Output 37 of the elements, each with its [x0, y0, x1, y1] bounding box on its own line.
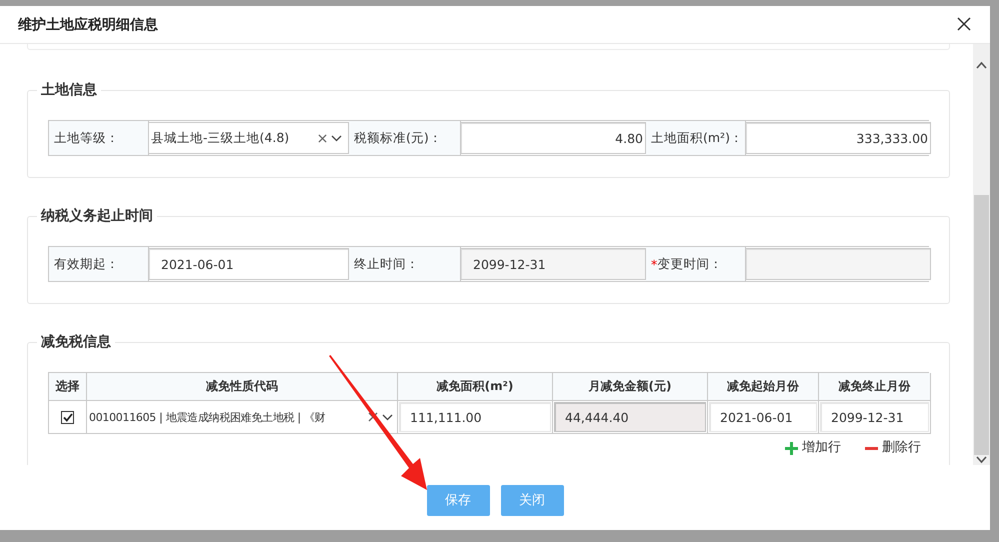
scrollbar[interactable] — [973, 44, 990, 465]
input-field[interactable]: 4.80 — [461, 122, 646, 154]
delete-row-button[interactable]: 删除行 — [865, 440, 921, 456]
chevron-down-icon[interactable] — [976, 454, 987, 465]
input-field[interactable]: 333,333.00 — [746, 122, 931, 154]
scrollbar-thumb[interactable] — [974, 195, 989, 455]
chevron-down-icon[interactable] — [382, 414, 393, 420]
input-field[interactable]: 2099-12-31 — [461, 248, 646, 280]
dialog-title: 维护土地应税明细信息 — [18, 16, 158, 34]
select-field[interactable]: 县城土地-三级土地(4.8) — [149, 122, 349, 154]
plus-icon — [785, 442, 798, 454]
checkbox[interactable] — [61, 410, 74, 424]
column-header: 减免面积(m²) — [398, 373, 553, 401]
input-field[interactable]: 111,111.00 — [399, 402, 551, 432]
input-field[interactable]: 2021-06-01 — [149, 248, 349, 280]
column-header: 减免起始月份 — [708, 373, 819, 401]
chevron-down-icon[interactable] — [331, 134, 342, 142]
field-label: *变更时间： — [646, 247, 746, 281]
section-title: 纳税义务起止时间 — [40, 207, 154, 225]
field-label: 土地等级： — [49, 121, 149, 155]
add-row-button[interactable]: 增加行 — [785, 440, 841, 456]
column-header: 减免终止月份 — [819, 373, 931, 401]
field-label: 土地面积(m²)： — [646, 121, 746, 155]
column-header: 月减免金额(元) — [553, 373, 708, 401]
field-label: 税额标准(元)： — [349, 121, 461, 155]
section-title: 减免税信息 — [40, 333, 112, 351]
column-header: 减免性质代码 — [87, 373, 398, 401]
chevron-up-icon[interactable] — [976, 60, 987, 71]
field-label: 有效期起： — [49, 247, 149, 281]
section-title: 土地信息 — [40, 81, 98, 99]
input-field[interactable] — [746, 248, 931, 280]
input-field[interactable]: 2099-12-31 — [820, 402, 929, 432]
clear-icon[interactable] — [318, 134, 327, 142]
column-header: 选择 — [49, 373, 87, 401]
input-field[interactable]: 2021-06-01 — [709, 402, 817, 432]
input-field[interactable]: 44,444.40 — [554, 402, 706, 432]
field-label: 终止时间： — [349, 247, 461, 281]
